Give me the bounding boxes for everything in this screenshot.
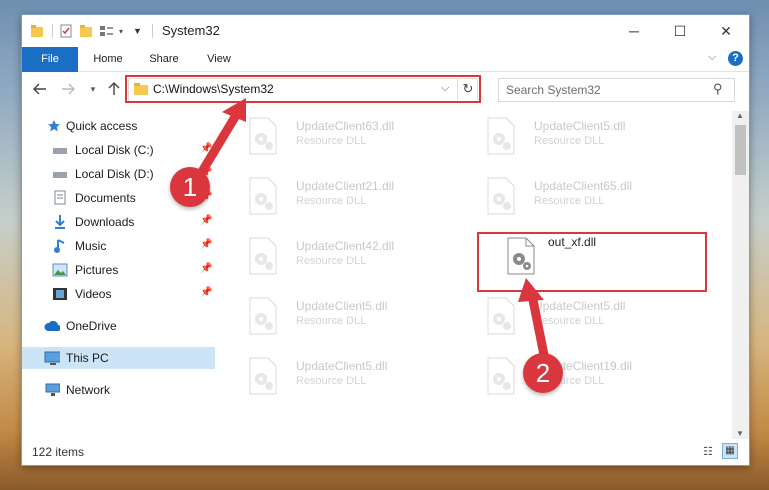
step-2-callout: 2: [523, 353, 563, 393]
annotation-arrows: [195, 98, 550, 365]
step-1-callout: 1: [170, 167, 210, 207]
